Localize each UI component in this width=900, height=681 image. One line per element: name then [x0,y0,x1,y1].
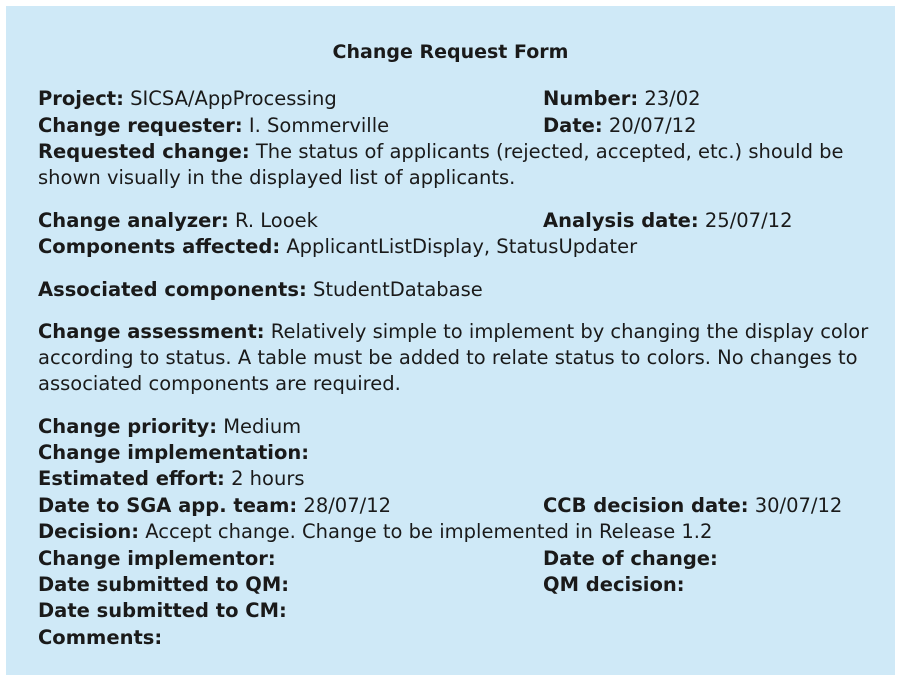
change-analyzer-label: Change analyzer: [38,209,229,232]
associated-components-value: StudentDatabase [312,278,483,301]
change-requester-label: Change requester: [38,114,243,137]
date-to-sga-field: Date to SGA app. team: 28/07/12 [38,493,391,519]
change-analyzer-field: Change analyzer: R. Looek [38,208,318,234]
project-value: SICSA/AppProcessing [130,87,337,110]
date-to-sga-label: Date to SGA app. team: [38,494,298,517]
estimated-effort-label: Estimated effort: [38,467,225,490]
project-field: Project: SICSA/AppProcessing [38,86,337,112]
number-label: Number: [543,87,639,110]
components-affected-field: Components affected: ApplicantListDispla… [38,234,637,260]
date-label: Date: [543,114,603,137]
project-label: Project: [38,87,124,110]
date-submitted-cm-label: Date submitted to CM: [38,599,287,622]
ccb-decision-date-field: CCB decision date: 30/07/12 [543,493,842,519]
date-submitted-qm-field: Date submitted to QM: [38,572,289,598]
comments-label: Comments: [38,626,163,649]
date-submitted-cm-field: Date submitted to CM: [38,598,287,624]
associated-components-field: Associated components: StudentDatabase [38,277,483,303]
change-implementation-label: Change implementation: [38,441,310,464]
change-assessment-field: Change assessment: Relatively simple to … [38,319,878,397]
number-value: 23/02 [644,87,701,110]
comments-field: Comments: [38,625,162,651]
analysis-date-label: Analysis date: [543,209,699,232]
date-field: Date: 20/07/12 [543,113,697,139]
components-affected-value: ApplicantListDisplay, StatusUpdater [286,235,638,258]
change-request-form: Change Request Form Project: SICSA/AppPr… [6,6,895,675]
change-requester-value: I. Sommerville [248,114,390,137]
date-value: 20/07/12 [608,114,697,137]
form-title: Change Request Form [332,41,569,63]
change-implementor-field: Change implementor: [38,546,276,572]
date-to-sga-value: 28/07/12 [303,494,392,517]
date-of-change-field: Date of change: [543,546,718,572]
qm-decision-field: QM decision: [543,572,685,598]
estimated-effort-value: 2 hours [231,467,305,490]
associated-components-label: Associated components: [38,278,307,301]
estimated-effort-field: Estimated effort: 2 hours [38,466,305,492]
change-priority-field: Change priority: Medium [38,414,301,440]
decision-field: Decision: Accept change. Change to be im… [38,519,712,545]
decision-label: Decision: [38,520,140,543]
qm-decision-label: QM decision: [543,573,685,596]
change-assessment-label: Change assessment: [38,320,265,343]
change-implementation-field: Change implementation: [38,440,309,466]
number-field: Number: 23/02 [543,86,701,112]
change-priority-label: Change priority: [38,415,217,438]
analysis-date-field: Analysis date: 25/07/12 [543,208,792,234]
change-analyzer-value: R. Looek [235,209,318,232]
date-submitted-qm-label: Date submitted to QM: [38,573,290,596]
change-implementor-label: Change implementor: [38,547,276,570]
ccb-decision-date-value: 30/07/12 [754,494,843,517]
analysis-date-value: 25/07/12 [704,209,793,232]
requested-change-field: Requested change: The status of applican… [38,139,878,191]
decision-value: Accept change. Change to be implemented … [145,520,713,543]
change-priority-value: Medium [223,415,302,438]
ccb-decision-date-label: CCB decision date: [543,494,749,517]
components-affected-label: Components affected: [38,235,281,258]
date-of-change-label: Date of change: [543,547,718,570]
requested-change-label: Requested change: [38,140,250,163]
change-requester-field: Change requester: I. Sommerville [38,113,389,139]
